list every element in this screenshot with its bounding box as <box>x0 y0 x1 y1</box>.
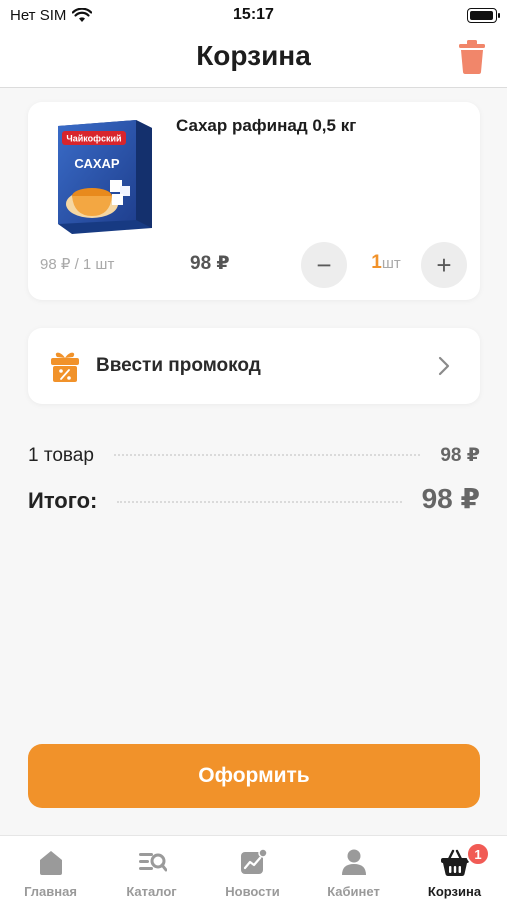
items-count-label: 1 товар <box>28 445 94 466</box>
unit-price: 98 ₽ / 1 шт <box>40 256 115 273</box>
promo-code-label: Ввести промокод <box>96 355 261 376</box>
tab-catalog[interactable]: Каталог <box>101 836 202 900</box>
gift-percent-icon <box>51 352 79 382</box>
profile-icon <box>341 849 366 875</box>
total-label: Итого: <box>28 488 98 513</box>
tab-profile-label: Кабинет <box>327 884 380 899</box>
news-icon <box>240 848 268 874</box>
page-title: Корзина <box>196 40 311 71</box>
battery-icon <box>467 8 500 23</box>
quantity-value: 1 <box>371 252 382 273</box>
header: Корзина <box>0 32 507 88</box>
tab-news-label: Новости <box>225 884 280 899</box>
product-image-label: САХАР <box>74 156 120 171</box>
quantity-unit: шт <box>381 255 401 272</box>
tab-home-label: Главная <box>24 884 77 899</box>
items-count-value: 98 ₽ <box>440 445 480 466</box>
decrease-quantity-button[interactable]: − <box>301 242 347 288</box>
tab-cart[interactable]: 1 Корзина <box>404 836 505 900</box>
total-value: 98 ₽ <box>421 483 480 514</box>
total-row: Итого: 98 ₽ <box>28 482 480 515</box>
dotted-leader <box>113 454 421 456</box>
tab-catalog-label: Каталог <box>126 884 177 899</box>
increase-quantity-button[interactable]: + <box>421 242 467 288</box>
trash-icon[interactable] <box>457 40 487 74</box>
home-icon <box>39 851 62 875</box>
line-price: 98 ₽ <box>190 253 230 274</box>
cart-count-badge: 1 <box>466 842 490 866</box>
product-name[interactable]: Сахар рафинад 0,5 кг <box>176 116 356 136</box>
items-count-row: 1 товар 98 ₽ <box>28 444 480 467</box>
promo-code-button[interactable]: Ввести промокод <box>28 328 480 404</box>
tab-home[interactable]: Главная <box>0 836 101 900</box>
basket-icon <box>440 849 469 876</box>
tab-profile[interactable]: Кабинет <box>303 836 404 900</box>
checkout-button[interactable]: Оформить <box>28 744 480 808</box>
tab-bar: Главная Каталог Новости Кабинет 1 Корзин… <box>0 835 507 900</box>
chevron-right-icon <box>438 356 450 376</box>
dotted-leader <box>117 501 402 503</box>
product-image-brand: Чайкофский <box>66 134 121 144</box>
quantity-display: 1шт <box>358 252 414 274</box>
catalog-icon <box>138 853 167 872</box>
tab-news[interactable]: Новости <box>202 836 303 900</box>
tab-cart-label: Корзина <box>427 884 482 899</box>
clock: 15:17 <box>233 6 274 23</box>
cart-item-card: Чайкофский САХАР Сахар рафинад 0,5 кг 98… <box>28 102 480 300</box>
status-bar: Нет SIM 15:17 <box>0 0 507 32</box>
product-image: Чайкофский САХАР <box>58 120 152 234</box>
battery-level <box>470 11 493 20</box>
